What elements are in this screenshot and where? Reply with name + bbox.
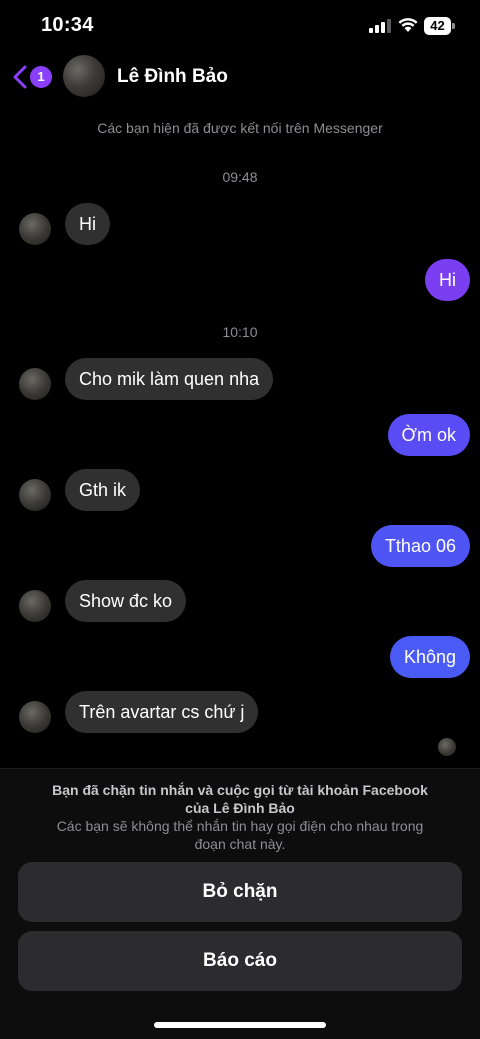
wifi-icon [398, 18, 418, 32]
timestamp: 09:48 [222, 169, 258, 185]
read-receipt-avatar [438, 738, 456, 756]
unread-badge: 1 [30, 66, 52, 88]
signal-icon [369, 19, 391, 33]
report-button[interactable]: Báo cáo [18, 931, 462, 991]
message-row: Tthao 06 [0, 525, 480, 567]
unblock-button[interactable]: Bỏ chặn [18, 862, 462, 922]
incoming-message[interactable]: Show đc ko [65, 580, 187, 622]
message-row: Gth ik [0, 469, 480, 511]
chat-header: 1 Lê Đình Bảo [0, 52, 480, 102]
battery-icon: 42 [424, 17, 456, 35]
sender-avatar[interactable] [19, 479, 51, 511]
sender-avatar[interactable] [19, 368, 51, 400]
status-time: 10:34 [41, 14, 94, 36]
battery-level: 42 [430, 18, 445, 33]
outgoing-message[interactable]: Tthao 06 [370, 525, 470, 567]
status-bar: 10:34 42 [0, 0, 480, 52]
chevron-left-icon [13, 65, 27, 89]
block-notice-line: của Lê Đình Bảo [185, 800, 295, 816]
block-notice-line: Các bạn sẽ không thể nhắn tin hay gọi đi… [56, 818, 424, 834]
incoming-message[interactable]: Trên avartar cs chứ j [65, 691, 259, 733]
outgoing-message[interactable]: Không [389, 636, 470, 678]
block-notice: Bạn đã chặn tin nhắn và cuộc gọi từ tài … [20, 781, 460, 853]
outgoing-message[interactable]: Hi [425, 259, 470, 301]
contact-name[interactable]: Lê Đình Bảo [117, 66, 228, 88]
outgoing-message[interactable]: Ờm ok [387, 414, 470, 456]
message-row: Cho mik làm quen nha [0, 358, 480, 400]
message-row: Hi [0, 259, 480, 301]
connection-note: Các bạn hiện đã được kết nối trên Messen… [97, 120, 383, 136]
message-row: Show đc ko [0, 580, 480, 622]
incoming-message[interactable]: Cho mik làm quen nha [65, 358, 274, 400]
block-notice-line: đoạn chat này. [194, 836, 286, 852]
incoming-message[interactable]: Gth ik [65, 469, 141, 511]
home-indicator[interactable] [154, 1022, 326, 1028]
messenger-chat-screen: 10:34 42 1 Lê Đình Bảo Các bạn hiện đã đ… [0, 0, 480, 1039]
message-row: Ờm ok [0, 414, 480, 456]
contact-avatar[interactable] [63, 55, 105, 97]
message-row: Trên avartar cs chứ j [0, 691, 480, 733]
sender-avatar[interactable] [19, 701, 51, 733]
block-notice-line: Bạn đã chặn tin nhắn và cuộc gọi từ tài … [52, 782, 428, 798]
blocked-panel: Bạn đã chặn tin nhắn và cuộc gọi từ tài … [0, 768, 480, 1039]
incoming-message[interactable]: Hi [65, 203, 110, 245]
timestamp: 10:10 [222, 324, 258, 340]
back-button[interactable]: 1 [12, 62, 56, 92]
message-row: Hi [0, 203, 480, 245]
sender-avatar[interactable] [19, 213, 51, 245]
message-row: Không [0, 636, 480, 678]
sender-avatar[interactable] [19, 590, 51, 622]
